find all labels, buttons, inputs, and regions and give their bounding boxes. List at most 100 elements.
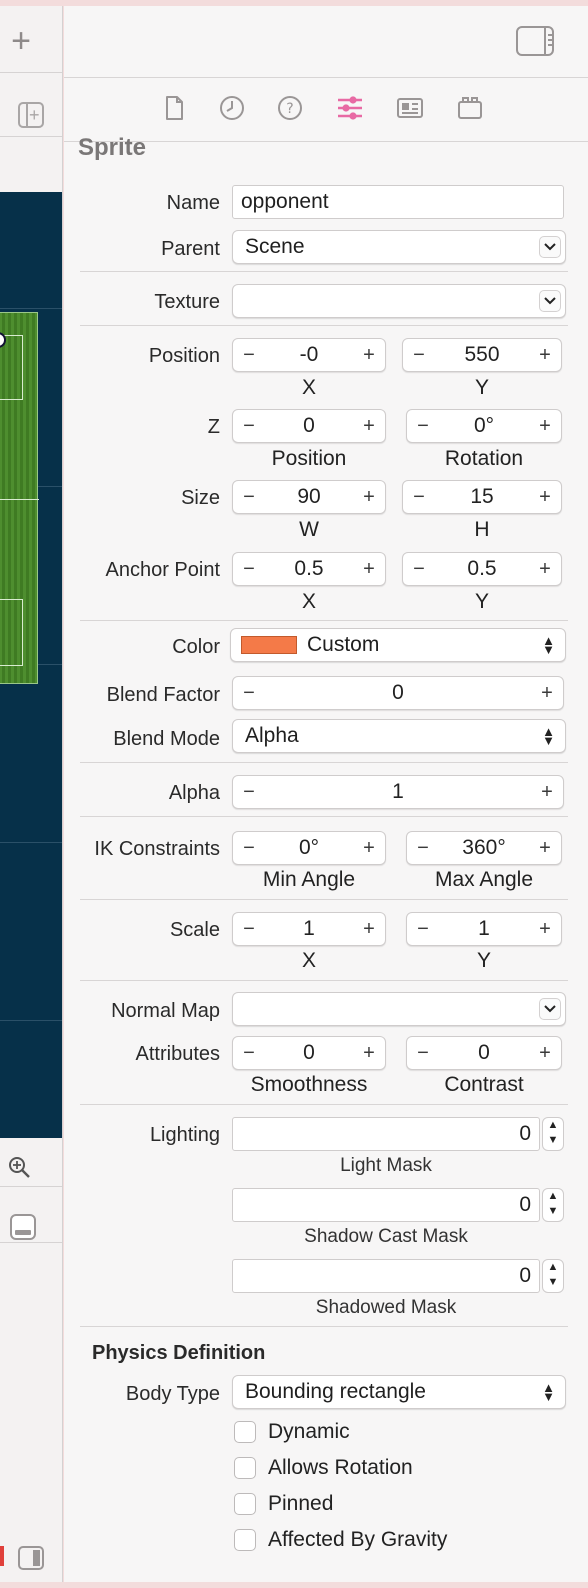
debug-area-toggle-icon[interactable] bbox=[10, 1214, 36, 1240]
decrement-button[interactable]: − bbox=[235, 677, 263, 709]
z-rotation-value[interactable]: 0° bbox=[437, 410, 531, 442]
size-h-value[interactable]: 15 bbox=[433, 481, 531, 513]
alpha-stepper[interactable]: − 1 + bbox=[232, 775, 564, 809]
scale-x-stepper[interactable]: − 1 + bbox=[232, 912, 386, 946]
scale-y-stepper[interactable]: − 1 + bbox=[406, 912, 562, 946]
increment-button[interactable]: + bbox=[355, 553, 383, 585]
history-inspector-icon[interactable] bbox=[218, 94, 246, 122]
decrement-button[interactable]: − bbox=[235, 481, 263, 513]
increment-button[interactable]: + bbox=[531, 481, 559, 513]
decrement-button[interactable]: − bbox=[409, 832, 437, 864]
alpha-value[interactable]: 1 bbox=[263, 776, 533, 808]
affected-by-gravity-checkbox[interactable]: Affected By Gravity bbox=[234, 1526, 447, 1554]
file-inspector-icon[interactable] bbox=[160, 94, 188, 122]
ik-min-angle-value[interactable]: 0° bbox=[263, 832, 355, 864]
size-inspector-icon[interactable] bbox=[396, 94, 424, 122]
decrement-button[interactable]: − bbox=[235, 410, 263, 442]
ik-max-angle-value[interactable]: 360° bbox=[437, 832, 531, 864]
decrement-button[interactable]: − bbox=[235, 553, 263, 585]
shadow-cast-mask-field[interactable]: 0 bbox=[232, 1188, 540, 1222]
anchor-y-stepper[interactable]: − 0.5 + bbox=[402, 552, 562, 586]
size-w-stepper[interactable]: − 90 + bbox=[232, 480, 386, 514]
library-icon[interactable] bbox=[18, 102, 44, 128]
blend-factor-value[interactable]: 0 bbox=[263, 677, 533, 709]
anchor-x-stepper[interactable]: − 0.5 + bbox=[232, 552, 386, 586]
shadow-cast-mask-spinner[interactable]: ▲ ▼ bbox=[542, 1188, 564, 1222]
blend-factor-stepper[interactable]: − 0 + bbox=[232, 676, 564, 710]
anchor-y-value[interactable]: 0.5 bbox=[433, 553, 531, 585]
decrement-button[interactable]: − bbox=[409, 410, 437, 442]
position-x-value[interactable]: -0 bbox=[263, 339, 355, 371]
scene-canvas[interactable] bbox=[0, 192, 62, 1138]
scale-y-value[interactable]: 1 bbox=[437, 913, 531, 945]
checkbox-box[interactable] bbox=[234, 1529, 256, 1551]
decrement-button[interactable]: − bbox=[405, 481, 433, 513]
toggle-inspector-icon[interactable] bbox=[516, 26, 554, 56]
increment-button[interactable]: + bbox=[355, 339, 383, 371]
increment-button[interactable]: + bbox=[355, 481, 383, 513]
light-mask-field[interactable]: 0 bbox=[232, 1117, 540, 1151]
increment-button[interactable]: + bbox=[531, 913, 559, 945]
z-position-value[interactable]: 0 bbox=[263, 410, 355, 442]
decrement-button[interactable]: − bbox=[409, 1037, 437, 1069]
position-x-stepper[interactable]: − -0 + bbox=[232, 338, 386, 372]
shadowed-mask-spinner[interactable]: ▲ ▼ bbox=[542, 1259, 564, 1293]
texture-popup[interactable] bbox=[232, 284, 566, 318]
smoothness-value[interactable]: 0 bbox=[263, 1037, 355, 1069]
dynamic-checkbox[interactable]: Dynamic bbox=[234, 1418, 350, 1446]
decrement-button[interactable]: − bbox=[235, 913, 263, 945]
increment-button[interactable]: + bbox=[355, 913, 383, 945]
z-position-stepper[interactable]: − 0 + bbox=[232, 409, 386, 443]
shadowed-mask-field[interactable]: 0 bbox=[232, 1259, 540, 1293]
contrast-value[interactable]: 0 bbox=[437, 1037, 531, 1069]
position-y-stepper[interactable]: − 550 + bbox=[402, 338, 562, 372]
decrement-button[interactable]: − bbox=[405, 339, 433, 371]
checkbox-box[interactable] bbox=[234, 1457, 256, 1479]
pinned-checkbox[interactable]: Pinned bbox=[234, 1490, 333, 1518]
zoom-in-icon[interactable] bbox=[8, 1156, 30, 1178]
size-h-stepper[interactable]: − 15 + bbox=[402, 480, 562, 514]
color-popup[interactable]: Custom ▲ ▼ bbox=[230, 628, 566, 662]
split-view-icon[interactable] bbox=[18, 1546, 44, 1570]
position-y-value[interactable]: 550 bbox=[433, 339, 531, 371]
position-x-caption: X bbox=[301, 376, 316, 399]
light-mask-spinner[interactable]: ▲ ▼ bbox=[542, 1117, 564, 1151]
attributes-inspector-icon[interactable] bbox=[336, 94, 364, 122]
anchor-x-value[interactable]: 0.5 bbox=[263, 553, 355, 585]
decrement-button[interactable]: − bbox=[409, 913, 437, 945]
decrement-button[interactable]: − bbox=[235, 339, 263, 371]
increment-button[interactable]: + bbox=[531, 410, 559, 442]
decrement-button[interactable]: − bbox=[235, 776, 263, 808]
checkbox-box[interactable] bbox=[234, 1421, 256, 1443]
increment-button[interactable]: + bbox=[355, 410, 383, 442]
increment-button[interactable]: + bbox=[531, 553, 559, 585]
quick-help-icon[interactable]: ? bbox=[276, 94, 304, 122]
increment-button[interactable]: + bbox=[533, 677, 561, 709]
name-field[interactable]: opponent bbox=[232, 185, 564, 219]
scale-x-value[interactable]: 1 bbox=[263, 913, 355, 945]
increment-button[interactable]: + bbox=[531, 339, 559, 371]
ik-max-angle-stepper[interactable]: − 360° + bbox=[406, 831, 562, 865]
decrement-button[interactable]: − bbox=[235, 1037, 263, 1069]
connections-inspector-icon[interactable] bbox=[456, 94, 484, 122]
smoothness-stepper[interactable]: − 0 + bbox=[232, 1036, 386, 1070]
increment-button[interactable]: + bbox=[531, 832, 559, 864]
increment-button[interactable]: + bbox=[355, 832, 383, 864]
blend-mode-popup[interactable]: Alpha ▲ ▼ bbox=[232, 719, 566, 753]
ik-min-angle-stepper[interactable]: − 0° + bbox=[232, 831, 386, 865]
add-button[interactable]: + bbox=[6, 24, 36, 58]
z-rotation-stepper[interactable]: − 0° + bbox=[406, 409, 562, 443]
increment-button[interactable]: + bbox=[531, 1037, 559, 1069]
increment-button[interactable]: + bbox=[355, 1037, 383, 1069]
increment-button[interactable]: + bbox=[533, 776, 561, 808]
size-w-value[interactable]: 90 bbox=[263, 481, 355, 513]
contrast-stepper[interactable]: − 0 + bbox=[406, 1036, 562, 1070]
decrement-button[interactable]: − bbox=[235, 832, 263, 864]
soccer-field-sprite[interactable] bbox=[0, 312, 39, 684]
parent-popup[interactable]: Scene bbox=[232, 230, 566, 264]
body-type-popup[interactable]: Bounding rectangle ▲ ▼ bbox=[232, 1375, 566, 1409]
allows-rotation-checkbox[interactable]: Allows Rotation bbox=[234, 1454, 413, 1482]
checkbox-box[interactable] bbox=[234, 1493, 256, 1515]
decrement-button[interactable]: − bbox=[405, 553, 433, 585]
normal-map-popup[interactable] bbox=[232, 992, 566, 1026]
